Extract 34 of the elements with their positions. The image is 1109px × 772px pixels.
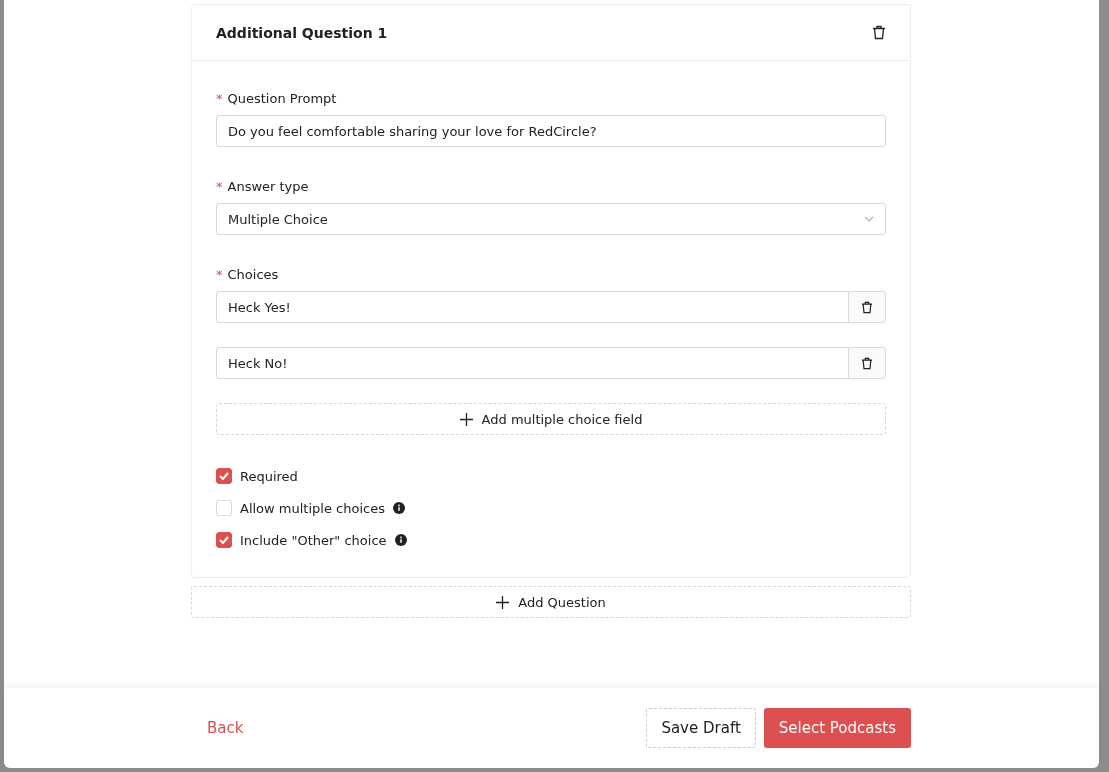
add-question-button[interactable]: Add Question <box>191 586 911 618</box>
plus-icon <box>459 412 473 426</box>
choice-field[interactable]: Heck Yes! <box>216 291 849 323</box>
card-title: Additional Question 1 <box>216 24 388 41</box>
delete-button[interactable] <box>872 25 886 40</box>
required-asterisk: * <box>216 267 223 282</box>
checkbox-label: Include "Other" choice <box>240 532 387 548</box>
save-draft-button[interactable]: Save Draft <box>646 708 756 748</box>
trash-icon <box>872 25 886 40</box>
trash-icon <box>861 356 873 370</box>
add-choice-button[interactable]: Add multiple choice field <box>216 403 886 435</box>
back-link[interactable]: Back <box>191 708 260 748</box>
checkbox-label: Required <box>240 468 298 484</box>
field-label: Answer type <box>227 179 309 194</box>
required-asterisk: * <box>216 179 223 194</box>
delete-choice-button[interactable] <box>849 347 886 379</box>
field-label: Choices <box>227 267 279 282</box>
info-icon <box>392 502 405 514</box>
checkbox-label: Allow multiple choices <box>240 500 385 516</box>
trash-icon <box>861 300 873 314</box>
question-prompt-field[interactable]: Do you feel comfortable sharing your love for RedCircle? <box>216 115 886 147</box>
check-icon <box>219 472 229 480</box>
checkbox[interactable] <box>216 532 232 548</box>
delete-choice-button[interactable] <box>849 291 886 323</box>
required-asterisk: * <box>216 91 223 106</box>
answer-type-select[interactable]: Multiple Choice <box>216 203 886 235</box>
choice-field[interactable]: Heck No! <box>216 347 849 379</box>
plus-icon <box>496 595 510 609</box>
field-label: Question Prompt <box>227 91 337 106</box>
check-icon <box>219 536 229 544</box>
chevron-down-icon <box>864 216 874 222</box>
info-icon <box>394 534 407 546</box>
checkbox[interactable] <box>216 468 232 484</box>
select-podcasts-button[interactable]: Select Podcasts <box>763 708 911 748</box>
